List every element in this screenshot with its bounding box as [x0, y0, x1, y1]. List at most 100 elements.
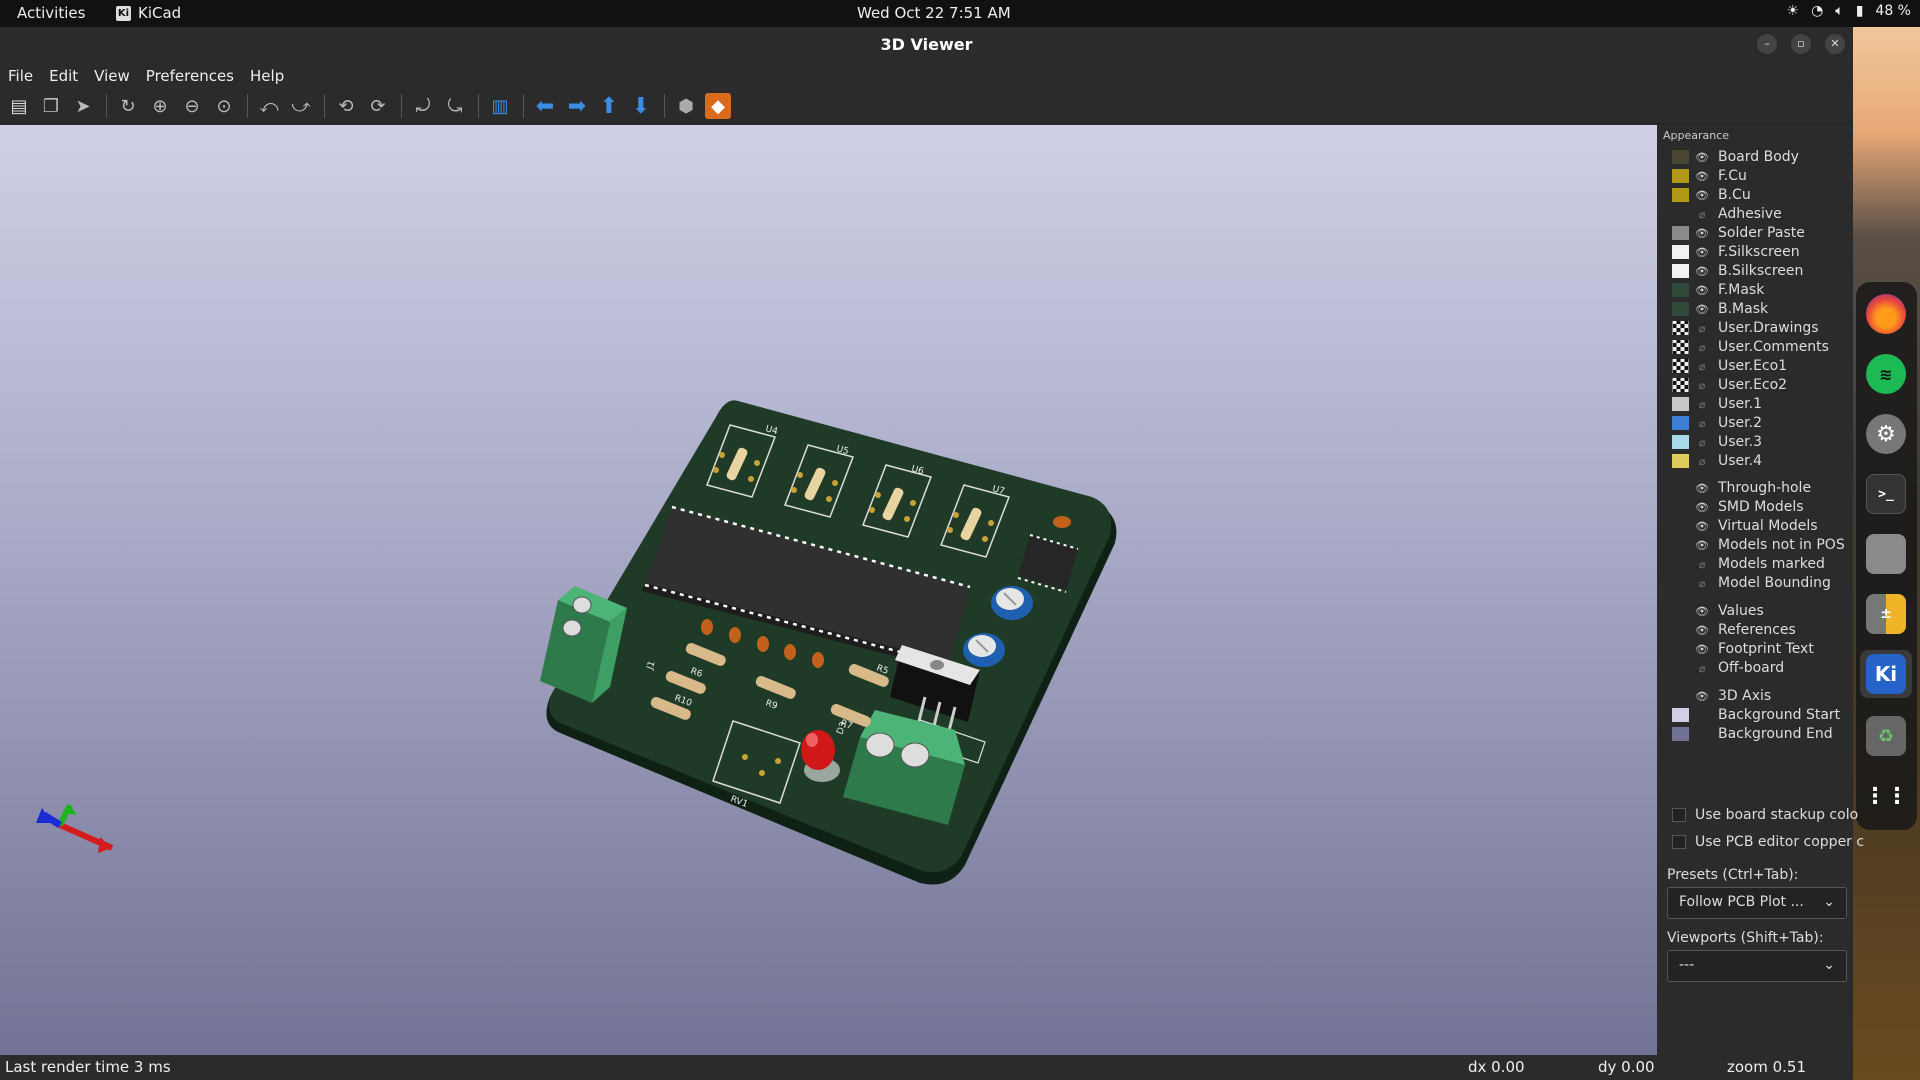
layer-color-swatch[interactable]	[1672, 283, 1689, 297]
layer-row[interactable]: ⌀ User.Eco2	[1672, 376, 1787, 394]
layer-color-swatch[interactable]	[1672, 264, 1689, 278]
zoom-out-icon[interactable]: ⊖	[179, 93, 205, 119]
layer-row[interactable]: ⌀ User.1	[1672, 395, 1762, 413]
eye-icon[interactable]: 👁︎	[1695, 624, 1709, 637]
system-tray[interactable]: ☀ ◔ 🔈︎ ▮ 48 %	[1787, 3, 1911, 19]
layer-row[interactable]: ⌀ User.Comments	[1672, 338, 1829, 356]
eye-icon[interactable]: 👁︎	[1695, 690, 1709, 703]
close-button[interactable]: ✕	[1825, 34, 1845, 54]
orthographic-icon[interactable]: ⬢	[673, 93, 699, 119]
app-menu[interactable]: Ki KiCad	[116, 4, 181, 22]
copy-icon[interactable]: ❐	[38, 93, 64, 119]
layer-color-swatch[interactable]	[1672, 397, 1689, 411]
eye-hidden-icon[interactable]: ⌀	[1695, 360, 1709, 373]
flip-board-icon[interactable]: ▥	[487, 93, 513, 119]
layer-color-swatch[interactable]	[1672, 454, 1689, 468]
use-stackup-checkbox[interactable]	[1672, 808, 1686, 822]
layer-color-swatch[interactable]	[1672, 150, 1689, 164]
layer-row[interactable]: ⌀ Model Bounding	[1672, 574, 1831, 592]
eye-icon[interactable]: 👁︎	[1695, 189, 1709, 202]
layer-row[interactable]: 👁︎ References	[1672, 621, 1796, 639]
layer-color-swatch[interactable]	[1672, 416, 1689, 430]
minimize-button[interactable]: –	[1757, 34, 1777, 54]
eye-hidden-icon[interactable]: ⌀	[1695, 341, 1709, 354]
rotate-y-left-icon[interactable]: ⟲	[333, 93, 359, 119]
eye-icon[interactable]: 👁︎	[1695, 303, 1709, 316]
app-grid-icon[interactable]: ⋮⋮	[1864, 776, 1908, 816]
menu-view[interactable]: View	[94, 67, 130, 85]
layer-row[interactable]: ⌀ Adhesive	[1672, 205, 1782, 223]
layer-color-swatch[interactable]	[1672, 378, 1689, 392]
layer-row[interactable]: 👁︎ Footprint Text	[1672, 640, 1814, 658]
flip-x-left-icon[interactable]: ⤺	[256, 93, 282, 119]
layer-row[interactable]: 👁︎ Models not in POS	[1672, 536, 1845, 554]
layer-row[interactable]: ⌀ User.Drawings	[1672, 319, 1819, 337]
zoom-fit-icon[interactable]: ⊙	[211, 93, 237, 119]
layer-row[interactable]: 👁︎ Virtual Models	[1672, 517, 1818, 535]
kicad-dock-item[interactable]: Ki	[1860, 650, 1912, 698]
layer-row[interactable]: 👁︎ Through-hole	[1672, 479, 1811, 497]
eye-hidden-icon[interactable]: ⌀	[1695, 322, 1709, 335]
menu-edit[interactable]: Edit	[49, 67, 78, 85]
layer-row[interactable]: ⌀ User.2	[1672, 414, 1762, 432]
layer-row[interactable]: ⌀ Off-board	[1672, 659, 1784, 677]
trash-icon[interactable]: ♻	[1866, 716, 1906, 756]
move-left-icon[interactable]: ⬅	[532, 93, 558, 119]
layer-row[interactable]: ⌀ Models marked	[1672, 555, 1825, 573]
layer-color-swatch[interactable]	[1672, 708, 1689, 722]
export-icon[interactable]: ▤	[6, 93, 32, 119]
layer-row[interactable]: 👁︎ Values	[1672, 602, 1764, 620]
layer-row[interactable]: 👁︎ SMD Models	[1672, 498, 1804, 516]
layer-color-swatch[interactable]	[1672, 340, 1689, 354]
eye-icon[interactable]: 👁︎	[1695, 643, 1709, 656]
eye-icon[interactable]: 👁︎	[1695, 246, 1709, 259]
eye-icon[interactable]: 👁︎	[1695, 605, 1709, 618]
layer-color-swatch[interactable]	[1672, 169, 1689, 183]
eye-hidden-icon[interactable]: ⌀	[1695, 379, 1709, 392]
calculator-icon[interactable]: ±	[1866, 594, 1906, 634]
layer-row[interactable]: 👁︎ B.Mask	[1672, 300, 1768, 318]
eye-hidden-icon[interactable]: ⌀	[1695, 577, 1709, 590]
viewports-dropdown[interactable]: --- ⌄	[1667, 950, 1847, 982]
layer-row[interactable]: 👁︎ F.Silkscreen	[1672, 243, 1800, 261]
eye-icon[interactable]: 👁︎	[1695, 227, 1709, 240]
eye-icon[interactable]: 👁︎	[1695, 284, 1709, 297]
layer-row[interactable]: 👁︎ F.Mask	[1672, 281, 1764, 299]
layer-color-swatch[interactable]	[1672, 188, 1689, 202]
zoom-in-icon[interactable]: ⊕	[147, 93, 173, 119]
eye-hidden-icon[interactable]: ⌀	[1695, 417, 1709, 430]
eye-icon[interactable]: 👁︎	[1695, 482, 1709, 495]
layer-color-swatch[interactable]	[1672, 359, 1689, 373]
eye-icon[interactable]: 👁︎	[1695, 170, 1709, 183]
layer-row[interactable]: ⌀ User.4	[1672, 452, 1762, 470]
layer-row[interactable]: ⌀ User.Eco1	[1672, 357, 1787, 375]
eye-icon[interactable]: 👁︎	[1695, 151, 1709, 164]
layer-row[interactable]: 👁︎ B.Cu	[1672, 186, 1751, 204]
menu-preferences[interactable]: Preferences	[146, 67, 234, 85]
eye-hidden-icon[interactable]: ⌀	[1695, 436, 1709, 449]
settings-gear-icon[interactable]: ⚙	[1866, 414, 1906, 454]
layer-color-swatch[interactable]	[1672, 245, 1689, 259]
layer-color-swatch[interactable]	[1672, 226, 1689, 240]
layer-color-swatch[interactable]	[1672, 435, 1689, 449]
rotate-y-right-icon[interactable]: ⟳	[365, 93, 391, 119]
spotify-icon[interactable]: ≋	[1866, 354, 1906, 394]
layer-color-swatch[interactable]	[1672, 302, 1689, 316]
3d-canvas[interactable]: U4 U5 U6 U7 J1 R6 R9 R5 R10 R7 RV1 D3	[0, 125, 1657, 1055]
layer-row[interactable]: 👁︎ B.Silkscreen	[1672, 262, 1803, 280]
move-up-icon[interactable]: ⬆	[596, 93, 622, 119]
render-mode-icon[interactable]: ◆	[705, 93, 731, 119]
clock[interactable]: Wed Oct 22 7:51 AM	[857, 4, 1011, 22]
presets-dropdown[interactable]: Follow PCB Plot ... ⌄	[1667, 887, 1847, 919]
layer-row[interactable]: Background Start	[1672, 706, 1840, 724]
files-icon[interactable]	[1866, 534, 1906, 574]
menu-help[interactable]: Help	[250, 67, 284, 85]
maximize-button[interactable]: ▫	[1791, 34, 1811, 54]
menu-file[interactable]: File	[8, 67, 33, 85]
firefox-icon[interactable]	[1866, 294, 1906, 334]
eye-hidden-icon[interactable]: ⌀	[1695, 558, 1709, 571]
eye-hidden-icon[interactable]: ⌀	[1695, 398, 1709, 411]
flip-x-right-icon[interactable]: ⤻	[288, 93, 314, 119]
layer-color-swatch[interactable]	[1672, 727, 1689, 741]
activities-button[interactable]: Activities	[17, 4, 85, 22]
